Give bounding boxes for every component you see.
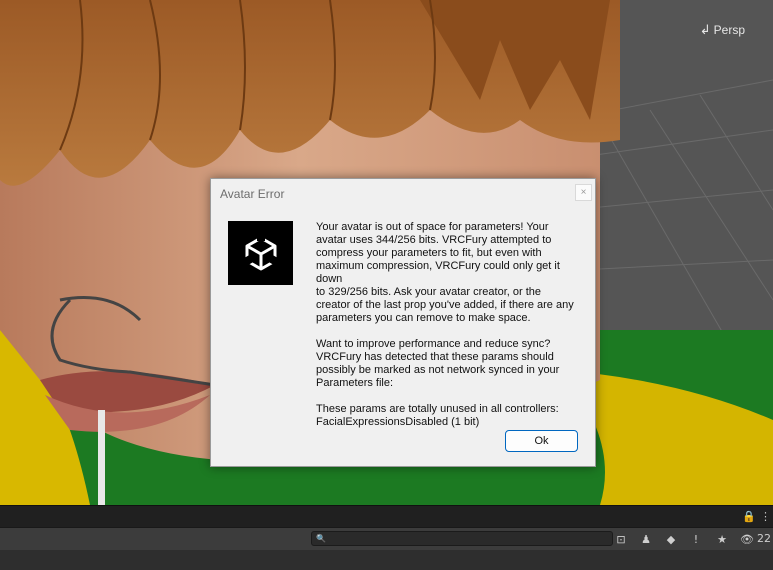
panel-tab-bar: 🔒 ⋮ [0, 505, 773, 528]
unity-cube-logo-icon [228, 221, 293, 285]
project-toolbar: 🔍 ⊡ ♟ ◆ ! ★ 👁 22 [0, 527, 773, 551]
dialog-titlebar[interactable]: Avatar Error × [211, 179, 595, 209]
ok-button[interactable]: Ok [505, 430, 578, 452]
dialog-message: Your avatar is out of space for paramete… [316, 221, 574, 428]
tag-icon[interactable]: ◆ [662, 531, 680, 547]
close-button[interactable]: × [575, 184, 592, 201]
perspective-arrow-icon: ↲ [699, 22, 711, 37]
hidden-count: 22 [757, 532, 771, 545]
hidden-eye-icon[interactable]: 👁 [738, 531, 756, 547]
avatar-error-dialog: Avatar Error × Your avatar is out of spa… [210, 178, 596, 467]
dialog-title: Avatar Error [220, 187, 285, 201]
panel-menu-icon[interactable]: ⋮ [760, 510, 771, 523]
camera-mode-indicator[interactable]: ↲ Persp [700, 22, 745, 38]
project-panel: 🔒 ⋮ 🔍 ⊡ ♟ ◆ ! ★ 👁 22 [0, 505, 773, 570]
camera-mode-label: Persp [713, 23, 745, 37]
favorite-star-icon[interactable]: ★ [713, 531, 731, 547]
warning-icon[interactable]: ! [687, 531, 705, 547]
lock-icon[interactable]: 🔒 [742, 510, 756, 523]
close-icon: × [580, 187, 587, 198]
search-input[interactable]: 🔍 [311, 531, 613, 546]
magnifier-icon: 🔍 [316, 534, 326, 543]
asset-label-icon[interactable]: ♟ [637, 531, 655, 547]
search-by-type-icon[interactable]: ⊡ [612, 531, 630, 547]
panel-body [0, 550, 773, 570]
